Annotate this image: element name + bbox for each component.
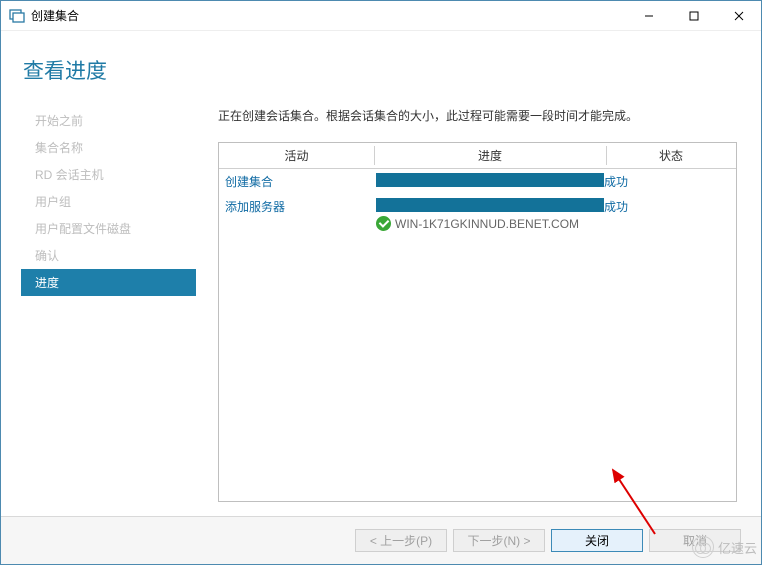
- cell-status: 成功: [604, 173, 734, 190]
- minimize-button[interactable]: [626, 2, 671, 30]
- wizard-window: 创建集合 查看进度 开始之前 集合名称 RD 会话主机 用户组 用户配置文件磁盘…: [0, 0, 762, 565]
- sidebar-item-rd-session-host: RD 会话主机: [21, 161, 196, 188]
- titlebar: 创建集合: [1, 1, 761, 31]
- description-text: 正在创建会话集合。根据会话集合的大小，此过程可能需要一段时间才能完成。: [218, 99, 737, 142]
- success-check-icon: [376, 216, 391, 231]
- sidebar-item-confirm: 确认: [21, 242, 196, 269]
- cell-activity: 创建集合: [221, 173, 376, 190]
- sidebar-item-progress[interactable]: 进度: [21, 269, 196, 296]
- close-button[interactable]: 关闭: [551, 529, 643, 552]
- watermark-text: 亿速云: [718, 538, 757, 557]
- progress-bar: [376, 198, 604, 212]
- cell-progress: WIN-1K71GKINNUD.BENET.COM: [376, 198, 604, 231]
- grid-row: 添加服务器 WIN-1K71GKINNUD.BENET.COM 成功: [219, 194, 736, 235]
- col-status: 状态: [606, 143, 736, 168]
- sidebar-item-profile-disk: 用户配置文件磁盘: [21, 215, 196, 242]
- server-line: WIN-1K71GKINNUD.BENET.COM: [376, 214, 604, 231]
- progress-bar: [376, 173, 604, 187]
- sidebar-item-collection-name: 集合名称: [21, 134, 196, 161]
- maximize-button[interactable]: [671, 2, 716, 30]
- prev-button: < 上一步(P): [355, 529, 447, 552]
- sidebar-item-before-start: 开始之前: [21, 107, 196, 134]
- page-heading: 查看进度: [1, 31, 761, 99]
- close-window-button[interactable]: [716, 2, 761, 30]
- server-name: WIN-1K71GKINNUD.BENET.COM: [395, 217, 579, 231]
- cell-progress: [376, 173, 604, 190]
- wizard-body: 查看进度 开始之前 集合名称 RD 会话主机 用户组 用户配置文件磁盘 确认 进…: [1, 31, 761, 516]
- step-sidebar: 开始之前 集合名称 RD 会话主机 用户组 用户配置文件磁盘 确认 进度: [21, 99, 196, 516]
- sidebar-item-user-group: 用户组: [21, 188, 196, 215]
- grid-row: 创建集合 成功: [219, 169, 736, 194]
- grid-header: 活动 进度 状态: [219, 143, 736, 169]
- app-icon: [9, 8, 25, 24]
- col-progress: 进度: [374, 143, 606, 168]
- cell-status: 成功: [604, 198, 734, 231]
- cell-activity: 添加服务器: [221, 198, 376, 231]
- next-button: 下一步(N) >: [453, 529, 545, 552]
- watermark: 亿速云: [692, 536, 757, 558]
- progress-grid: 活动 进度 状态 创建集合 成功 添加服务器: [218, 142, 737, 502]
- wizard-main: 开始之前 集合名称 RD 会话主机 用户组 用户配置文件磁盘 确认 进度 正在创…: [1, 99, 761, 516]
- col-activity: 活动: [219, 143, 374, 168]
- window-title: 创建集合: [31, 7, 626, 24]
- wizard-footer: < 上一步(P) 下一步(N) > 关闭 取消: [1, 516, 761, 564]
- content-pane: 正在创建会话集合。根据会话集合的大小，此过程可能需要一段时间才能完成。 活动 进…: [196, 99, 761, 516]
- watermark-logo-icon: [692, 536, 714, 558]
